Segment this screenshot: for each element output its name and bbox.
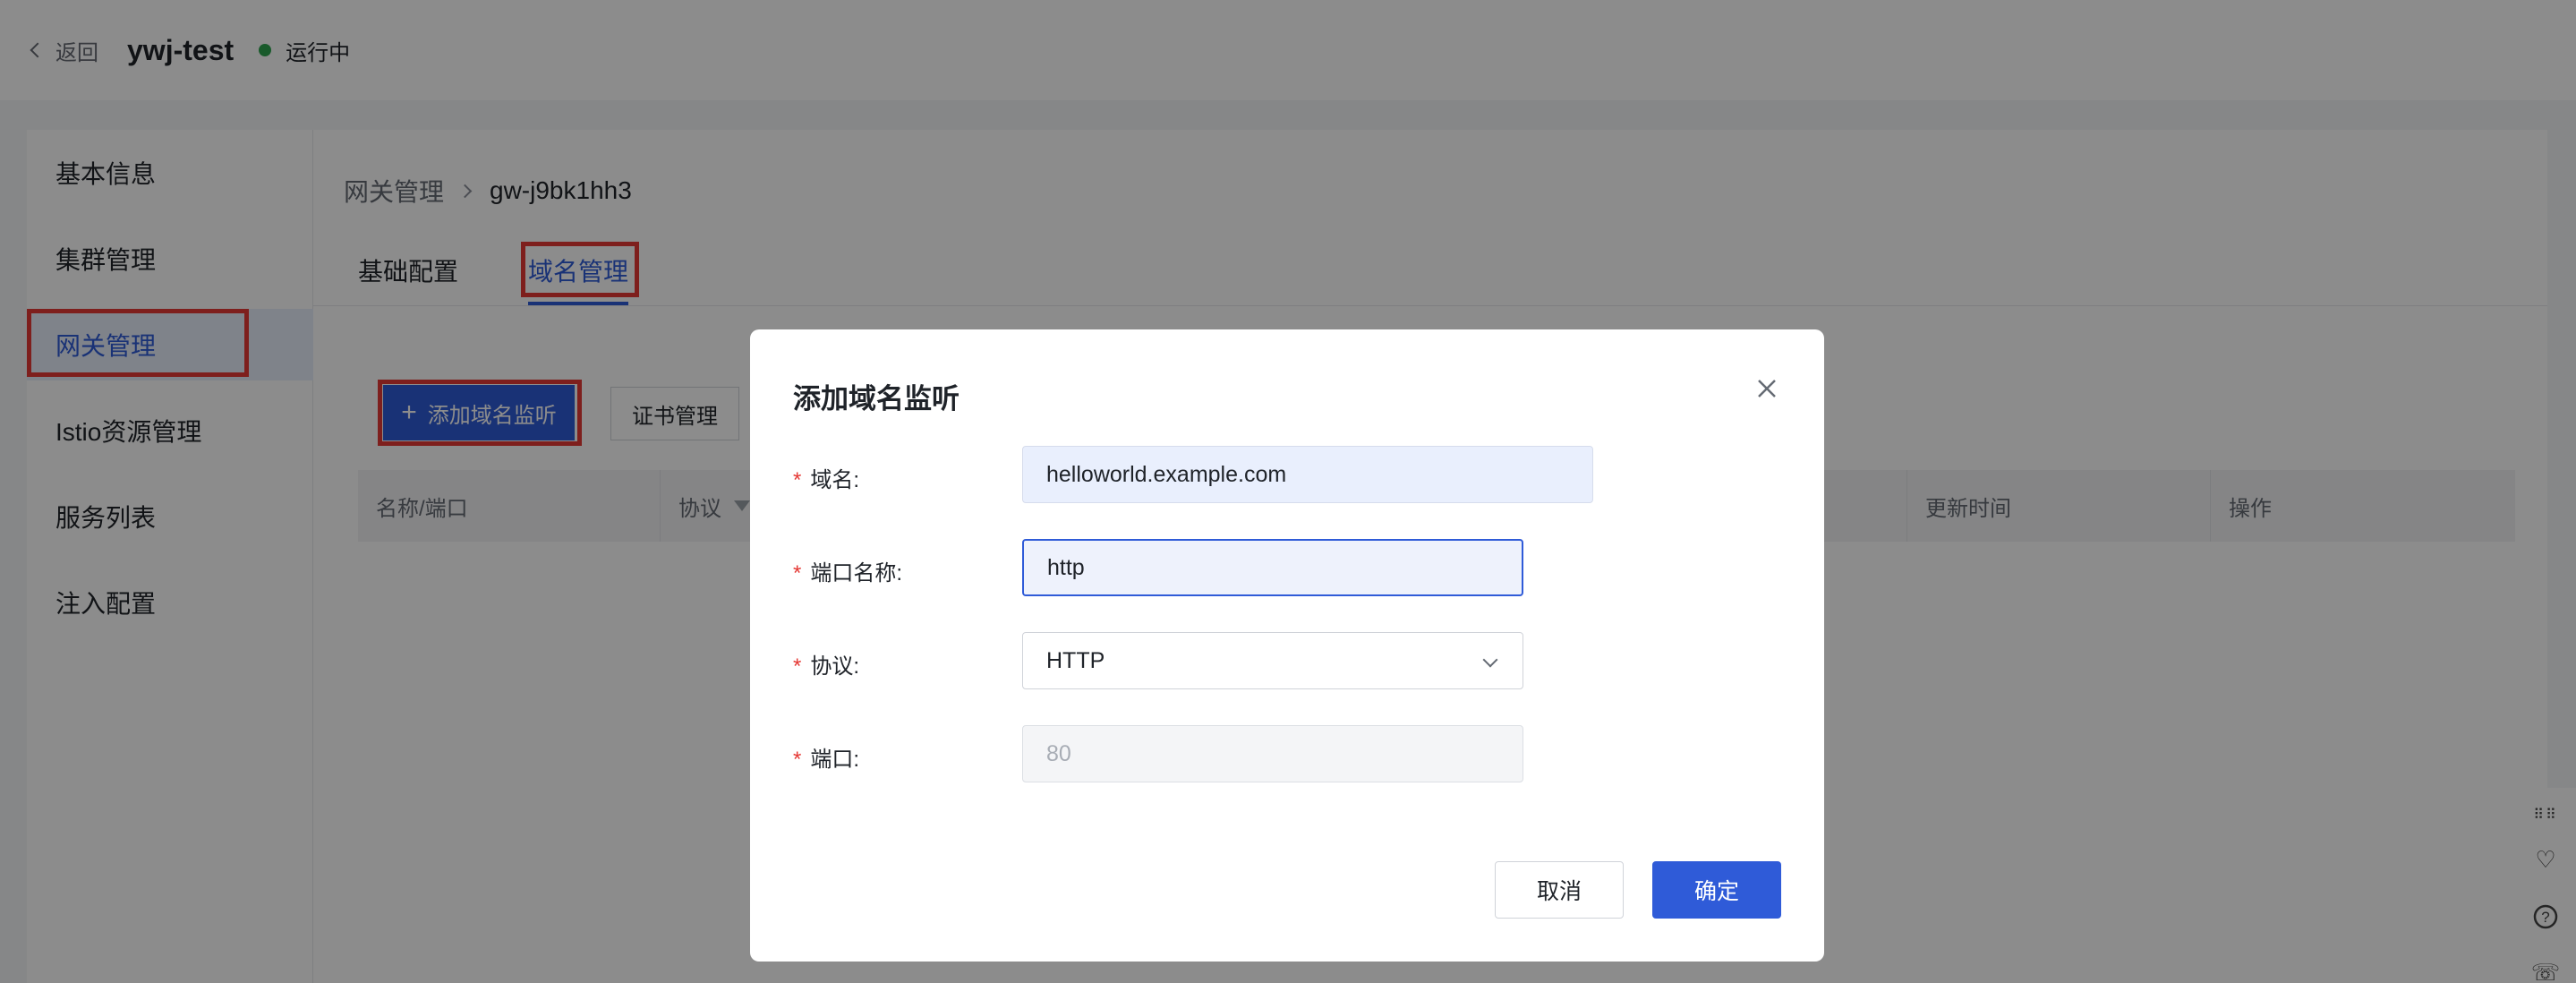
domain-label: * 域名:: [793, 462, 859, 493]
port-label: * 端口:: [793, 741, 859, 773]
port-name-input[interactable]: http: [1022, 539, 1523, 596]
app-root: 返回 ywj-test 运行中 基本信息 集群管理 网关管理 Istio资源管理…: [0, 0, 2576, 983]
protocol-select[interactable]: HTTP: [1022, 632, 1523, 689]
field-label: 端口:: [810, 748, 860, 772]
port-name-label: * 端口名称:: [793, 555, 902, 586]
required-mark: *: [793, 561, 802, 586]
port-name-value: http: [1047, 554, 1085, 580]
field-label: 协议:: [810, 654, 860, 679]
dialog-title: 添加域名监听: [793, 383, 960, 415]
port-input[interactable]: 80: [1022, 725, 1523, 782]
field-label: 域名:: [810, 468, 860, 492]
close-icon[interactable]: [1751, 372, 1783, 405]
required-mark: *: [793, 748, 802, 772]
add-domain-dialog: 添加域名监听 * 域名: helloworld.example.com * 端口名称…: [750, 329, 1824, 962]
cancel-button[interactable]: 取消: [1495, 861, 1624, 919]
chevron-down-icon: [1482, 652, 1498, 668]
field-label: 端口名称:: [810, 561, 903, 586]
protocol-value: HTTP: [1046, 647, 1105, 673]
confirm-button[interactable]: 确定: [1652, 861, 1781, 919]
port-placeholder: 80: [1046, 740, 1071, 766]
required-mark: *: [793, 654, 802, 679]
domain-input[interactable]: helloworld.example.com: [1022, 446, 1593, 503]
required-mark: *: [793, 468, 802, 492]
protocol-label: * 协议:: [793, 648, 859, 680]
domain-value: helloworld.example.com: [1046, 461, 1287, 487]
